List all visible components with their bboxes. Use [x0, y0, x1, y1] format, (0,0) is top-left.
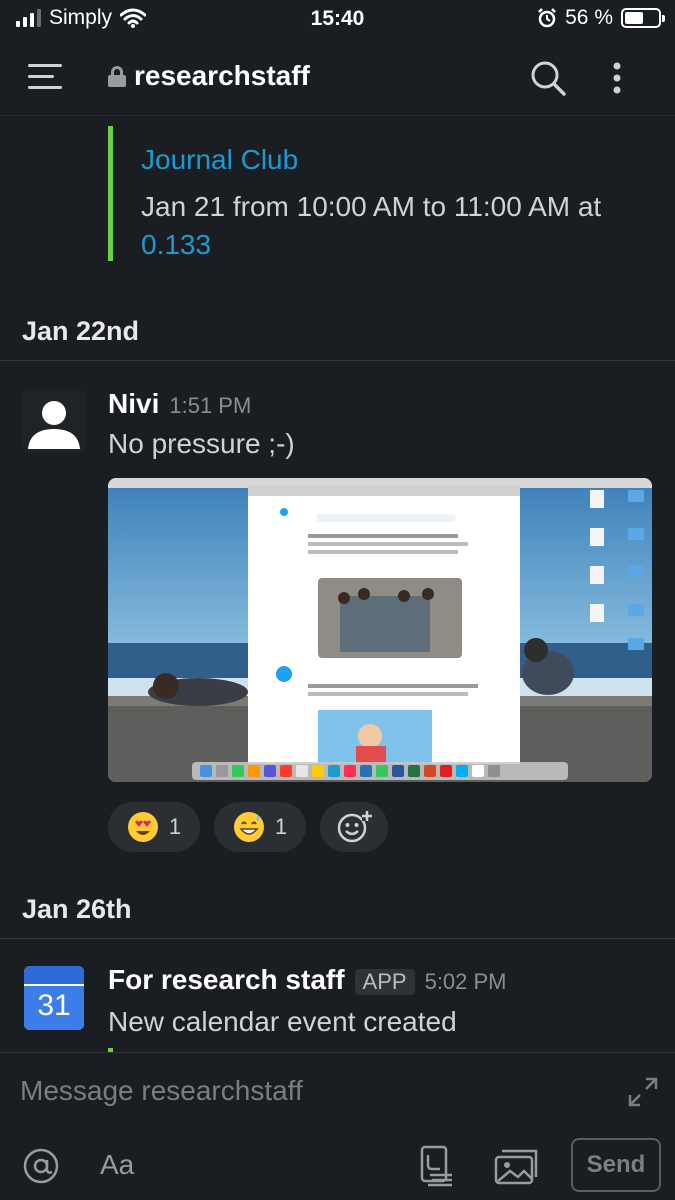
send-button[interactable]: Send — [571, 1138, 661, 1192]
status-bar: Simply 15:40 56 % — [0, 0, 675, 40]
event-title[interactable]: Journal Club — [141, 144, 298, 176]
message-list[interactable]: Journal Club Jan 21 from 10:00 AM to 11:… — [0, 116, 675, 1052]
battery-info: 56 % — [537, 6, 665, 30]
reaction-chip[interactable]: 1 — [214, 802, 306, 852]
google-calendar-avatar-icon[interactable]: 31 — [24, 966, 84, 1030]
mention-icon[interactable] — [22, 1147, 60, 1185]
battery-icon — [621, 8, 665, 28]
battery-level — [625, 12, 643, 24]
divider-line — [0, 360, 675, 361]
reaction-count: 1 — [274, 814, 288, 839]
message-input[interactable]: Message researchstaff — [20, 1075, 303, 1107]
shortcuts-icon[interactable] — [420, 1145, 456, 1187]
add-reaction-icon — [337, 811, 372, 843]
heart-eyes-emoji-icon — [127, 812, 158, 842]
add-reaction-button[interactable] — [320, 802, 388, 852]
expand-icon[interactable] — [626, 1075, 660, 1109]
date-divider: Jan 26th — [0, 894, 675, 954]
battery-percent: 56 % — [565, 6, 613, 29]
calendar-day: 31 — [37, 989, 71, 1022]
message-text: New calendar event created — [108, 1006, 457, 1037]
more-vertical-icon[interactable] — [606, 58, 628, 98]
lock-icon — [108, 66, 126, 87]
message-header: Nivi 1:51 PM — [108, 388, 251, 420]
calendar-event-card[interactable]: Journal Club Jan 21 from 10:00 AM to 11:… — [108, 126, 648, 261]
author-name[interactable]: For research staff — [108, 964, 345, 996]
event-description: Jan 21 from 10:00 AM to 11:00 AM at 0.13… — [141, 188, 661, 264]
channel-header: researchstaff — [0, 40, 675, 116]
hamburger-menu-icon[interactable] — [28, 62, 62, 92]
date-divider: Jan 22nd — [0, 316, 675, 376]
desktop-screenshot-image — [108, 478, 652, 782]
date-divider-label: Jan 22nd — [22, 316, 140, 346]
event-location-link[interactable]: 0.133 — [141, 229, 211, 260]
message-composer: Message researchstaff Aa Send — [0, 1052, 675, 1200]
channel-title[interactable]: researchstaff — [108, 60, 310, 92]
message-header: For research staff APP 5:02 PM — [108, 964, 507, 996]
author-name[interactable]: Nivi — [108, 388, 159, 420]
message-timestamp: 1:51 PM — [169, 393, 252, 418]
alarm-icon — [538, 8, 557, 28]
reaction-chip[interactable]: 1 — [108, 802, 200, 852]
date-divider-label: Jan 26th — [22, 894, 132, 924]
message-timestamp: 5:02 PM — [424, 969, 507, 994]
app-badge: APP — [354, 969, 415, 995]
channel-name: researchstaff — [134, 60, 310, 91]
search-icon[interactable] — [528, 58, 568, 98]
event-time-text: Jan 21 from 10:00 AM to 11:00 AM at — [141, 191, 602, 222]
message-item[interactable]: 31 For research staff APP 5:02 PM New ca… — [0, 962, 675, 1052]
avatar[interactable] — [22, 389, 86, 453]
format-text-button[interactable]: Aa — [100, 1149, 134, 1181]
message-text: No pressure ;-) — [108, 428, 295, 459]
divider-line — [0, 938, 675, 939]
reaction-count: 1 — [168, 814, 182, 839]
photo-gallery-icon[interactable] — [494, 1147, 540, 1187]
grinning-sweat-emoji-icon — [233, 812, 264, 842]
image-attachment[interactable] — [108, 478, 652, 782]
